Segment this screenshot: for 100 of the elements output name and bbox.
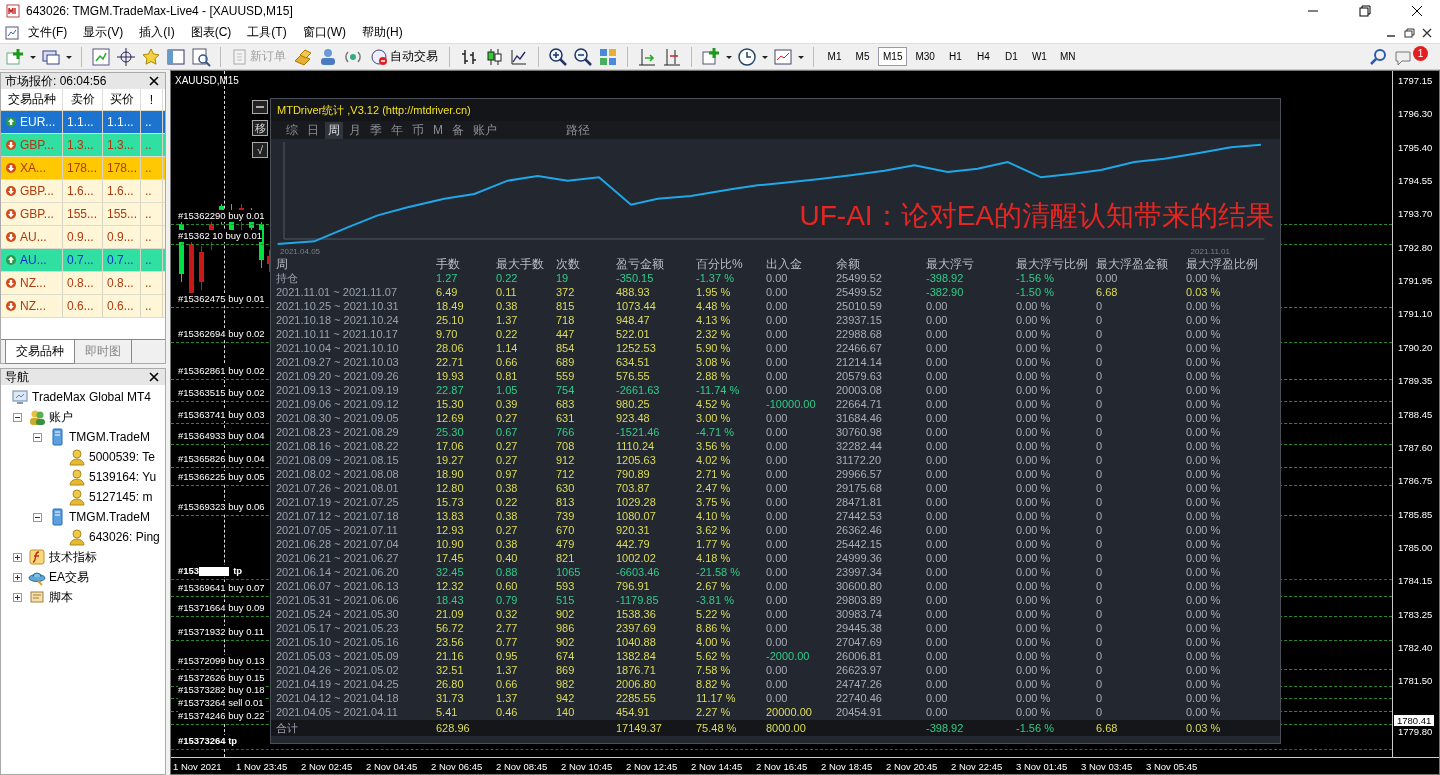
tree-item[interactable]: EA交易 [49, 568, 89, 586]
tree-item[interactable]: 脚本 [49, 588, 73, 606]
table-cell-text: 12.32 [436, 579, 465, 593]
document-icon[interactable] [4, 24, 20, 41]
panel-tab[interactable]: 交易品种 [5, 340, 75, 364]
tree-item[interactable]: 5139164: Yu [89, 470, 157, 484]
menu-item[interactable]: 显示(V) [75, 22, 132, 43]
expand-icon[interactable] [13, 572, 22, 582]
column-header: 最大浮亏 [926, 257, 975, 271]
table-cell-text: 0.00 % [1016, 397, 1052, 411]
panel-tab[interactable]: 年 [388, 121, 406, 139]
panel-tab[interactable]: M [430, 123, 446, 137]
timeframe-button[interactable]: M5 [850, 47, 875, 66]
panel-tab[interactable]: 备 [449, 121, 467, 139]
timeframe-button[interactable]: D1 [998, 47, 1024, 66]
table-cell-text: 0.00 % [1186, 593, 1222, 607]
row-label: 2021.07.19 ~ 2021.07.25 [276, 495, 400, 509]
tree-item[interactable]: 5000539: Te [89, 450, 155, 464]
crosshair-icon[interactable] [115, 45, 137, 68]
clock-icon[interactable] [736, 45, 758, 68]
panel-tab[interactable]: 账户 [470, 121, 500, 139]
collapse-icon[interactable] [33, 432, 42, 442]
tree-item[interactable]: TMGM.TradeM [69, 510, 150, 524]
panel-tab[interactable]: 月 [346, 121, 364, 139]
zoom-in-icon[interactable] [547, 45, 569, 68]
timeframe-button[interactable]: M30 [910, 47, 940, 66]
table-cell-text: 56.72 [436, 621, 465, 635]
indicator-plus-icon[interactable] [700, 45, 722, 68]
order-label: #15369323 buy 0.06 [178, 501, 265, 513]
table-cell-text: 0.00 % [1186, 705, 1222, 719]
close-icon[interactable] [149, 76, 159, 86]
timeframe-button[interactable]: H1 [942, 47, 968, 66]
panel-side-button[interactable]: 移 [252, 120, 268, 136]
timeframe-button[interactable]: MN [1054, 47, 1081, 66]
tree-item[interactable]: 643026: Ping [89, 530, 160, 544]
quote-row[interactable]: NZ... 0.6... 0.6... .. [1, 295, 165, 318]
quote-row[interactable]: NZ... 0.8... 0.8... .. [1, 272, 165, 295]
table-cell-text: 27442.53 [836, 509, 883, 523]
expand-icon[interactable] [13, 552, 22, 562]
quote-row[interactable]: GBP... 155... 155... .. [1, 203, 165, 226]
panel-tab[interactable]: 日 [304, 121, 322, 139]
table-cell-text: 0.00 % [1186, 299, 1222, 313]
panel-tab[interactable]: 币 [409, 121, 427, 139]
quote-row[interactable]: GBP... 1.3... 1.3... .. [1, 134, 165, 157]
auto-trading-button[interactable]: 自动交易 [367, 46, 441, 67]
quote-row[interactable]: AU... 0.9... 0.9... .. [1, 226, 165, 249]
panel-tab[interactable]: 路径 [563, 121, 593, 139]
timeframe-button[interactable]: M1 [822, 47, 847, 66]
quote-row[interactable]: GBP... 1.6... 1.6... .. [1, 180, 165, 203]
menu-item[interactable]: 插入(I) [131, 22, 183, 43]
table-cell-text: 3.62 % [696, 523, 732, 537]
panel-title: 市场报价: 06:04:56 [5, 72, 107, 90]
column-header[interactable]: 卖价 [63, 89, 103, 110]
close-icon[interactable] [149, 372, 159, 382]
column-header[interactable]: 交易品种 [1, 89, 63, 110]
menu-item[interactable]: 文件(F) [20, 22, 76, 43]
expand-icon[interactable] [13, 592, 22, 602]
tree-item[interactable]: 5127145: m [89, 490, 153, 504]
table-cell-text: 2.88 % [696, 369, 732, 383]
table-cell-text: 18.49 [436, 299, 465, 313]
panel-tab[interactable]: 季 [367, 121, 385, 139]
row-label: 2021.09.27 ~ 2021.10.03 [276, 355, 400, 369]
minimize-icon[interactable] [252, 100, 268, 114]
panel-tab[interactable]: 综 [283, 121, 301, 139]
market-watch-icon[interactable] [90, 45, 112, 68]
table-cell-text: 0.32 [496, 607, 519, 621]
quote-row[interactable]: AU... 0.7... 0.7... .. [1, 249, 165, 272]
tree-item[interactable]: TMGM.TradeM [69, 430, 150, 444]
table-cell-text: 2.47 % [696, 481, 732, 495]
timeframe-button[interactable]: H4 [970, 47, 996, 66]
menu-item[interactable]: 窗口(W) [294, 22, 354, 43]
menu-item[interactable]: 帮助(H) [354, 22, 411, 43]
flag-text: .. [141, 295, 163, 317]
zoom-out-icon[interactable] [572, 45, 594, 68]
menu-item[interactable]: 工具(T) [239, 22, 295, 43]
tree-item[interactable]: TradeMax Global MT4 [32, 390, 151, 404]
quote-row[interactable]: XA... 178... 178... .. [1, 157, 165, 180]
collapse-icon[interactable] [33, 512, 42, 522]
panel-tab[interactable]: 周 [325, 121, 343, 139]
tree-item[interactable]: 技术指标 [49, 548, 97, 566]
table-cell-text: 1.37 [496, 663, 519, 677]
table-cell-text: 15.30 [436, 397, 465, 411]
timeframe-button[interactable]: W1 [1026, 47, 1052, 66]
panel-side-button[interactable]: √ [252, 142, 268, 158]
collapse-icon[interactable] [13, 412, 22, 422]
column-header: 盈亏金额 [616, 257, 665, 271]
tree-item[interactable]: 账户 [49, 408, 73, 426]
menu-item[interactable]: 图表(C) [182, 22, 240, 43]
quote-row[interactable]: EUR... 1.1... 1.1... .. [1, 111, 165, 134]
row-label: 2021.06.21 ~ 2021.06.27 [276, 551, 400, 565]
price-label: 1788.45 [1398, 408, 1433, 420]
column-header[interactable]: 买价 [103, 89, 141, 110]
table-cell-text: 980.25 [616, 397, 651, 411]
table-cell-text: 0.95 [496, 649, 519, 663]
timeframe-button[interactable]: M15 [878, 47, 908, 66]
table-cell-text: 0.00 % [1016, 551, 1052, 565]
table-cell-text: 0.00 % [1016, 453, 1052, 467]
table-cell-text: -1179.85 [616, 593, 660, 607]
data-window-icon[interactable] [190, 45, 212, 68]
column-header[interactable]: ! [141, 89, 163, 110]
